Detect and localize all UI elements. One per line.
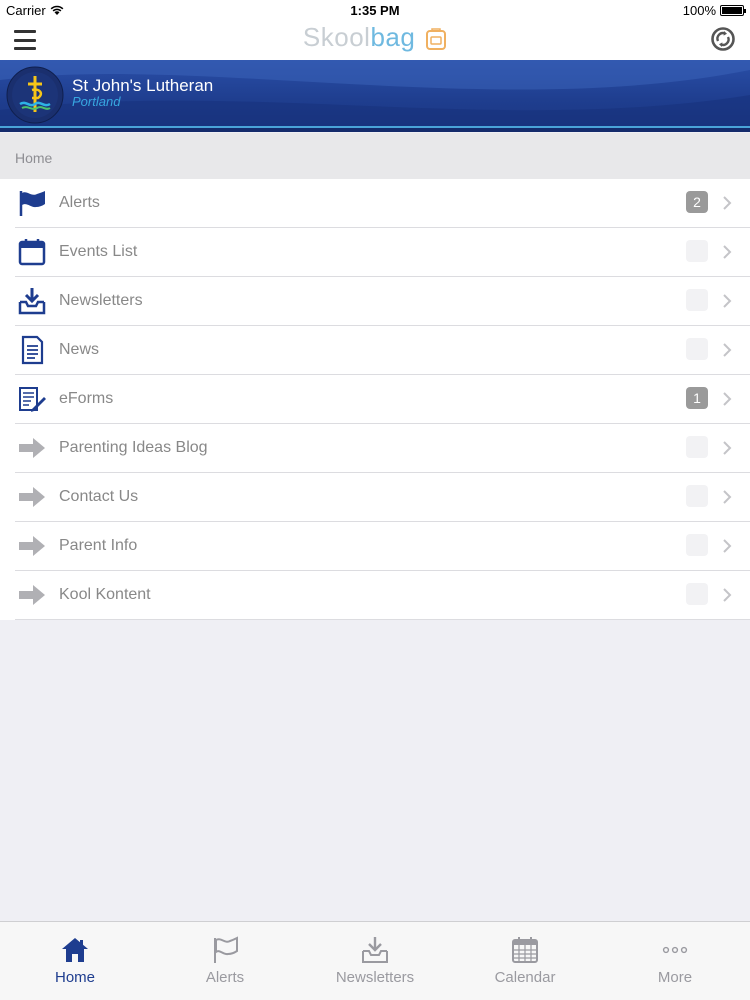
count-badge: 0 — [686, 583, 708, 605]
inbox-download-icon — [18, 288, 46, 315]
school-location: Portland — [72, 94, 121, 109]
tab-label: Alerts — [205, 969, 245, 986]
calendar-icon — [18, 239, 46, 266]
chevron-right-icon — [723, 392, 732, 406]
school-name: St John's Lutheran — [72, 76, 214, 95]
tab-more[interactable]: More — [600, 922, 750, 1000]
menu-item-label: News — [59, 341, 100, 358]
battery-percent: 100% — [682, 3, 716, 18]
arrow-right-icon — [19, 438, 45, 458]
menu-item-label: Events List — [59, 243, 138, 260]
tab-calendar[interactable]: Calendar — [450, 922, 600, 1000]
status-right: 100% — [682, 3, 746, 18]
tab-label: More — [657, 969, 693, 986]
menu-item-label: Alerts — [59, 194, 100, 211]
tab-bar: Home Alerts Newsletters Calendar More — [0, 921, 750, 1000]
tab-label: Home — [54, 969, 95, 986]
chevron-right-icon — [723, 196, 732, 210]
count-badge: 0 — [686, 485, 708, 507]
app-logo: Skoolbag — [0, 22, 750, 53]
arrow-right-icon — [19, 585, 45, 605]
menu-item-label: Parent Info — [59, 537, 138, 554]
chevron-right-icon — [723, 245, 732, 259]
menu-item-label: Kool Kontent — [59, 586, 151, 603]
status-time: 1:35 PM — [350, 3, 400, 18]
menu-item-alerts[interactable]: Alerts 2 — [0, 179, 750, 228]
flag-icon — [214, 936, 238, 963]
tab-home[interactable]: Home — [0, 922, 150, 1000]
sync-button[interactable] — [710, 26, 736, 52]
brand-part1: Skool — [302, 22, 371, 52]
tab-label: Calendar — [494, 969, 556, 986]
menu-item-label: Contact Us — [59, 488, 139, 505]
arrow-right-icon — [19, 536, 45, 556]
chevron-right-icon — [723, 588, 732, 602]
menu-item-kool-kontent[interactable]: Kool Kontent 0 — [0, 571, 750, 620]
chevron-right-icon — [723, 343, 732, 357]
menu-item-label: Parenting Ideas Blog — [59, 439, 208, 456]
menu-item-eforms[interactable]: eForms 1 — [0, 375, 750, 424]
chevron-right-icon — [723, 490, 732, 504]
menu-item-news[interactable]: News 0 — [0, 326, 750, 375]
banner-divider — [0, 126, 750, 132]
arrow-right-icon — [19, 487, 45, 507]
calendar-grid-icon — [512, 937, 538, 963]
menu-item-newsletters[interactable]: Newsletters 0 — [0, 277, 750, 326]
count-badge: 0 — [686, 338, 708, 360]
menu-item-parent-info[interactable]: Parent Info 0 — [0, 522, 750, 571]
menu-item-contact-us[interactable]: Contact Us 0 — [0, 473, 750, 522]
inbox-download-icon — [362, 937, 388, 963]
breadcrumb: Home — [0, 133, 750, 179]
count-badge: 1 — [686, 387, 708, 409]
form-pen-icon — [19, 387, 46, 412]
more-dots-icon — [662, 946, 688, 954]
flag-icon — [19, 191, 45, 216]
chevron-right-icon — [723, 294, 732, 308]
tab-newsletters[interactable]: Newsletters — [300, 922, 450, 1000]
menu-list: Alerts 2 Events List 0 Newsletters 0 New… — [0, 179, 750, 620]
chevron-right-icon — [723, 441, 732, 455]
nav-bar: Skoolbag — [0, 20, 750, 60]
breadcrumb-home: Home — [15, 150, 53, 166]
menu-item-parenting-ideas-blog[interactable]: Parenting Ideas Blog 0 — [0, 424, 750, 473]
schoolbag-icon — [426, 28, 447, 51]
school-crest-logo — [6, 66, 64, 124]
count-badge: 0 — [686, 534, 708, 556]
menu-item-events-list[interactable]: Events List 0 — [0, 228, 750, 277]
home-icon — [62, 938, 88, 962]
battery-icon — [720, 5, 746, 16]
tab-alerts[interactable]: Alerts — [150, 922, 300, 1000]
tab-label: Newsletters — [335, 969, 415, 986]
menu-item-label: eForms — [59, 390, 114, 407]
status-bar: Carrier 1:35 PM 100% — [0, 0, 750, 20]
count-badge: 0 — [686, 240, 708, 262]
count-badge: 0 — [686, 289, 708, 311]
count-badge: 0 — [686, 436, 708, 458]
document-icon — [21, 335, 44, 365]
menu-item-label: Newsletters — [59, 292, 143, 309]
school-banner: St John's Lutheran Portland — [0, 60, 750, 132]
count-badge: 2 — [686, 191, 708, 213]
chevron-right-icon — [723, 539, 732, 553]
brand-part2: bag — [370, 22, 416, 52]
